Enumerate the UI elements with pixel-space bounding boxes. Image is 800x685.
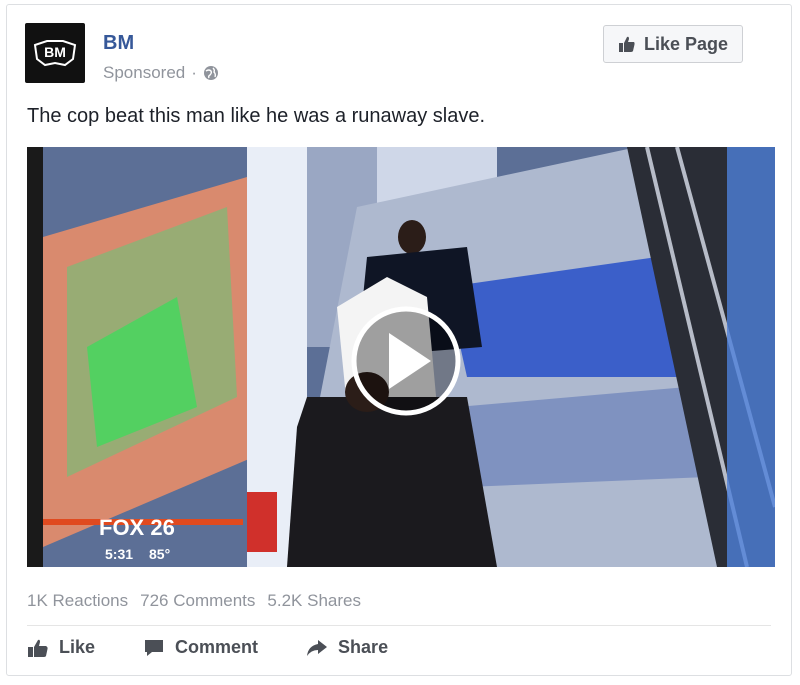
video-player[interactable]: FOX 26 5:31 85°: [27, 147, 775, 567]
thumbs-up-icon: [28, 639, 48, 657]
like-label: Like: [59, 637, 96, 657]
share-icon: [307, 639, 328, 656]
like-button[interactable]: Like: [27, 637, 95, 658]
like-page-label: Like Page: [643, 33, 728, 54]
separator-dot: ·: [191, 63, 197, 82]
comment-button[interactable]: Comment: [143, 637, 258, 658]
play-icon[interactable]: [351, 306, 461, 416]
station-logo: FOX 26: [99, 515, 175, 540]
page-avatar[interactable]: BM: [25, 23, 85, 83]
globe-icon[interactable]: [203, 65, 219, 81]
post-card: BM BM Sponsored · Like Page The cop beat…: [6, 4, 792, 676]
divider: [27, 625, 771, 626]
temp-overlay: 85°: [149, 546, 170, 562]
thumbs-up-icon: [618, 36, 635, 52]
engagement-stats: 1K Reactions 726 Comments 5.2K Shares: [27, 591, 361, 611]
bm-logo-icon: BM: [27, 25, 83, 81]
comment-icon: [145, 639, 164, 656]
comment-label: Comment: [175, 637, 259, 657]
avatar-text: BM: [44, 44, 66, 60]
comments-count[interactable]: 726 Comments: [140, 591, 255, 611]
share-label: Share: [338, 637, 389, 657]
like-page-button[interactable]: Like Page: [602, 25, 743, 63]
reactions-count[interactable]: 1K Reactions: [27, 591, 128, 611]
page-name-link[interactable]: BM: [103, 32, 134, 55]
time-overlay: 5:31: [105, 546, 133, 562]
shares-count[interactable]: 5.2K Shares: [267, 591, 361, 611]
action-bar: Like Comment Share: [27, 637, 388, 658]
sponsored-meta: Sponsored ·: [103, 63, 219, 83]
share-button[interactable]: Share: [306, 637, 388, 658]
video-frame: FOX 26 5:31 85°: [27, 147, 775, 567]
sponsored-label[interactable]: Sponsored: [103, 63, 185, 83]
post-caption: The cop beat this man like he was a runa…: [27, 105, 486, 127]
